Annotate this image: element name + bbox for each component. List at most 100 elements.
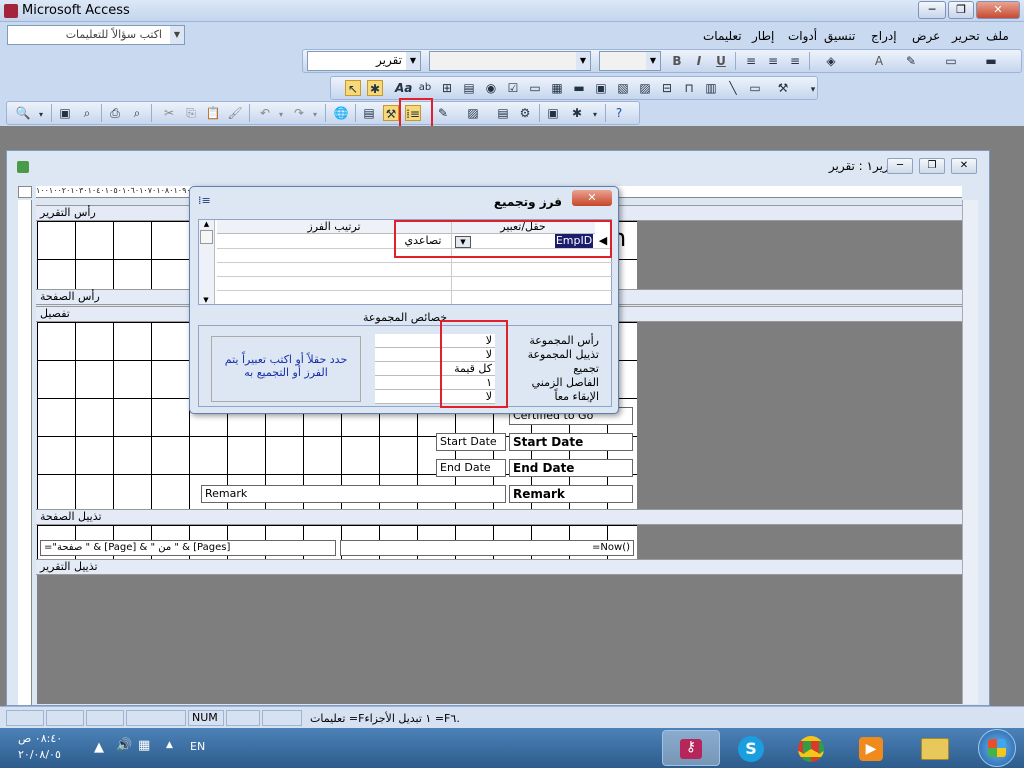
- drive-icon[interactable]: ▲: [94, 740, 104, 755]
- chevron-down-icon[interactable]: ▼: [576, 52, 590, 70]
- end-date-field[interactable]: End Date: [509, 459, 633, 477]
- report-footer-area[interactable]: [37, 575, 962, 704]
- menu-window[interactable]: إطار: [752, 29, 774, 43]
- checkbox-icon[interactable]: ☑: [505, 80, 521, 96]
- chevron-down-icon[interactable]: ▾: [587, 107, 603, 123]
- end-date-label[interactable]: End Date: [436, 459, 506, 477]
- clock-date[interactable]: ٢٠/٠٨/٠٥: [18, 748, 61, 761]
- select-objects-icon[interactable]: ↖: [345, 80, 361, 96]
- font-combo[interactable]: ▼: [429, 51, 591, 71]
- language-indicator[interactable]: EN: [190, 740, 205, 753]
- redo-icon[interactable]: ↷: [291, 105, 307, 121]
- taskbar-explorer-button[interactable]: [906, 730, 964, 766]
- print-preview-icon[interactable]: ⌕: [129, 105, 145, 121]
- volume-icon[interactable]: 🔊: [116, 738, 132, 753]
- child-close-button[interactable]: ✕: [951, 158, 977, 174]
- label-tool[interactable]: Aa: [395, 80, 412, 96]
- grid-scrollbar[interactable]: ▲ ▼: [199, 220, 215, 304]
- cut-icon[interactable]: ✂: [161, 105, 177, 121]
- help-icon[interactable]: ?: [611, 105, 627, 121]
- scroll-thumb[interactable]: [200, 230, 213, 244]
- menu-help[interactable]: تعليمات: [703, 29, 742, 43]
- chevron-down-icon[interactable]: ▼: [646, 52, 660, 70]
- undo-icon[interactable]: ↶: [257, 105, 273, 121]
- save-icon[interactable]: ▣: [57, 105, 73, 121]
- vertical-scrollbar[interactable]: [962, 200, 978, 704]
- option-button-icon[interactable]: ◉: [483, 80, 499, 96]
- page-number-expression[interactable]: ="صفحة " & [Page] & " من " & [Pages]: [40, 540, 336, 556]
- chevron-down-icon[interactable]: ▾: [307, 107, 323, 123]
- menu-view[interactable]: عرض: [912, 29, 940, 43]
- search-file-icon[interactable]: ⌕: [79, 105, 95, 121]
- start-date-label[interactable]: Start Date: [436, 433, 506, 451]
- chevron-down-icon[interactable]: ▾: [33, 107, 49, 123]
- more-controls-icon[interactable]: ⚒: [775, 80, 791, 96]
- restore-button[interactable]: ❐: [948, 1, 974, 19]
- toggle-button-icon[interactable]: ▤: [461, 80, 477, 96]
- control-wizards-icon[interactable]: ✱: [367, 80, 383, 96]
- properties-icon[interactable]: ▤: [495, 105, 511, 121]
- now-expression[interactable]: =Now(): [340, 540, 634, 556]
- command-button-icon[interactable]: ▬: [571, 80, 587, 96]
- chevron-down-icon[interactable]: ▼: [406, 52, 420, 70]
- menu-tools[interactable]: أدوات: [788, 29, 817, 43]
- child-restore-button[interactable]: ❐: [919, 158, 945, 174]
- menu-edit[interactable]: تحرير: [952, 29, 980, 43]
- chevron-down-icon[interactable]: ▼: [199, 296, 213, 304]
- italic-button[interactable]: I: [691, 53, 707, 69]
- bound-frame-icon[interactable]: ▨: [637, 80, 653, 96]
- textbox-tool[interactable]: ab: [417, 80, 433, 96]
- autoformat-icon[interactable]: ✎: [435, 105, 451, 121]
- taskbar-media-button[interactable]: ▶: [842, 730, 900, 766]
- print-icon[interactable]: ⎙: [107, 105, 123, 121]
- menu-format[interactable]: تنسيق: [824, 29, 855, 43]
- section-page-footer[interactable]: تذييل الصفحة: [36, 509, 962, 525]
- toolbox-toggle-icon[interactable]: ⚒: [383, 105, 399, 121]
- unbound-frame-icon[interactable]: ▧: [615, 80, 631, 96]
- page-break-icon[interactable]: ⊟: [659, 80, 675, 96]
- field-list-icon[interactable]: ▤: [361, 105, 377, 121]
- child-minimize-button[interactable]: ─: [887, 158, 913, 174]
- font-color-icon[interactable]: A: [871, 53, 887, 69]
- line-width-icon[interactable]: ▭: [943, 53, 959, 69]
- code-icon[interactable]: ▨: [465, 105, 481, 121]
- new-object-icon[interactable]: ✱: [569, 105, 585, 121]
- list-box-icon[interactable]: ▦: [549, 80, 565, 96]
- view-icon[interactable]: 🔍: [15, 105, 31, 121]
- subform-icon[interactable]: ▥: [703, 80, 719, 96]
- help-search-input[interactable]: اكتب سؤالاً للتعليمات ▼: [7, 25, 185, 45]
- chevron-down-icon[interactable]: ▼: [170, 26, 184, 44]
- remark-field[interactable]: Remark: [509, 485, 633, 503]
- object-combo[interactable]: تقرير ▼: [307, 51, 421, 71]
- paste-icon[interactable]: 📋: [205, 105, 221, 121]
- combo-box-icon[interactable]: ▭: [527, 80, 543, 96]
- image-icon[interactable]: ▣: [593, 80, 609, 96]
- clock-time[interactable]: ٠٨:٤٠ ص: [18, 732, 62, 745]
- fill-color-icon[interactable]: ◈: [823, 53, 839, 69]
- taskbar-chrome-button[interactable]: [782, 730, 840, 766]
- hyperlink-icon[interactable]: 🌐: [333, 105, 349, 121]
- bold-button[interactable]: B: [669, 53, 685, 69]
- network-icon[interactable]: ▦: [138, 738, 150, 753]
- section-report-footer[interactable]: تذييل التقرير: [36, 559, 962, 575]
- size-combo[interactable]: ▼: [599, 51, 661, 71]
- special-effect-icon[interactable]: ▬: [983, 53, 999, 69]
- start-button[interactable]: [978, 729, 1016, 767]
- align-left-icon[interactable]: ≡: [787, 53, 803, 69]
- align-right-icon[interactable]: ≡: [743, 53, 759, 69]
- chevron-down-icon[interactable]: ▾: [805, 82, 821, 98]
- remark-label[interactable]: Remark: [201, 485, 506, 503]
- line-icon[interactable]: ╲: [725, 80, 741, 96]
- format-painter-icon[interactable]: 🖌: [227, 105, 243, 121]
- ruler-corner[interactable]: [18, 186, 32, 198]
- menu-insert[interactable]: إدراج: [871, 29, 897, 43]
- build-icon[interactable]: ⚙: [517, 105, 533, 121]
- taskbar-access-button[interactable]: ⚷: [662, 730, 720, 766]
- tab-control-icon[interactable]: ⊓: [681, 80, 697, 96]
- rectangle-icon[interactable]: ▭: [747, 80, 763, 96]
- minimize-button[interactable]: ─: [918, 1, 946, 19]
- chevron-down-icon[interactable]: ▾: [273, 107, 289, 123]
- chevron-up-icon[interactable]: ▲: [199, 220, 214, 228]
- close-button[interactable]: ✕: [976, 1, 1020, 19]
- underline-button[interactable]: U: [713, 53, 729, 69]
